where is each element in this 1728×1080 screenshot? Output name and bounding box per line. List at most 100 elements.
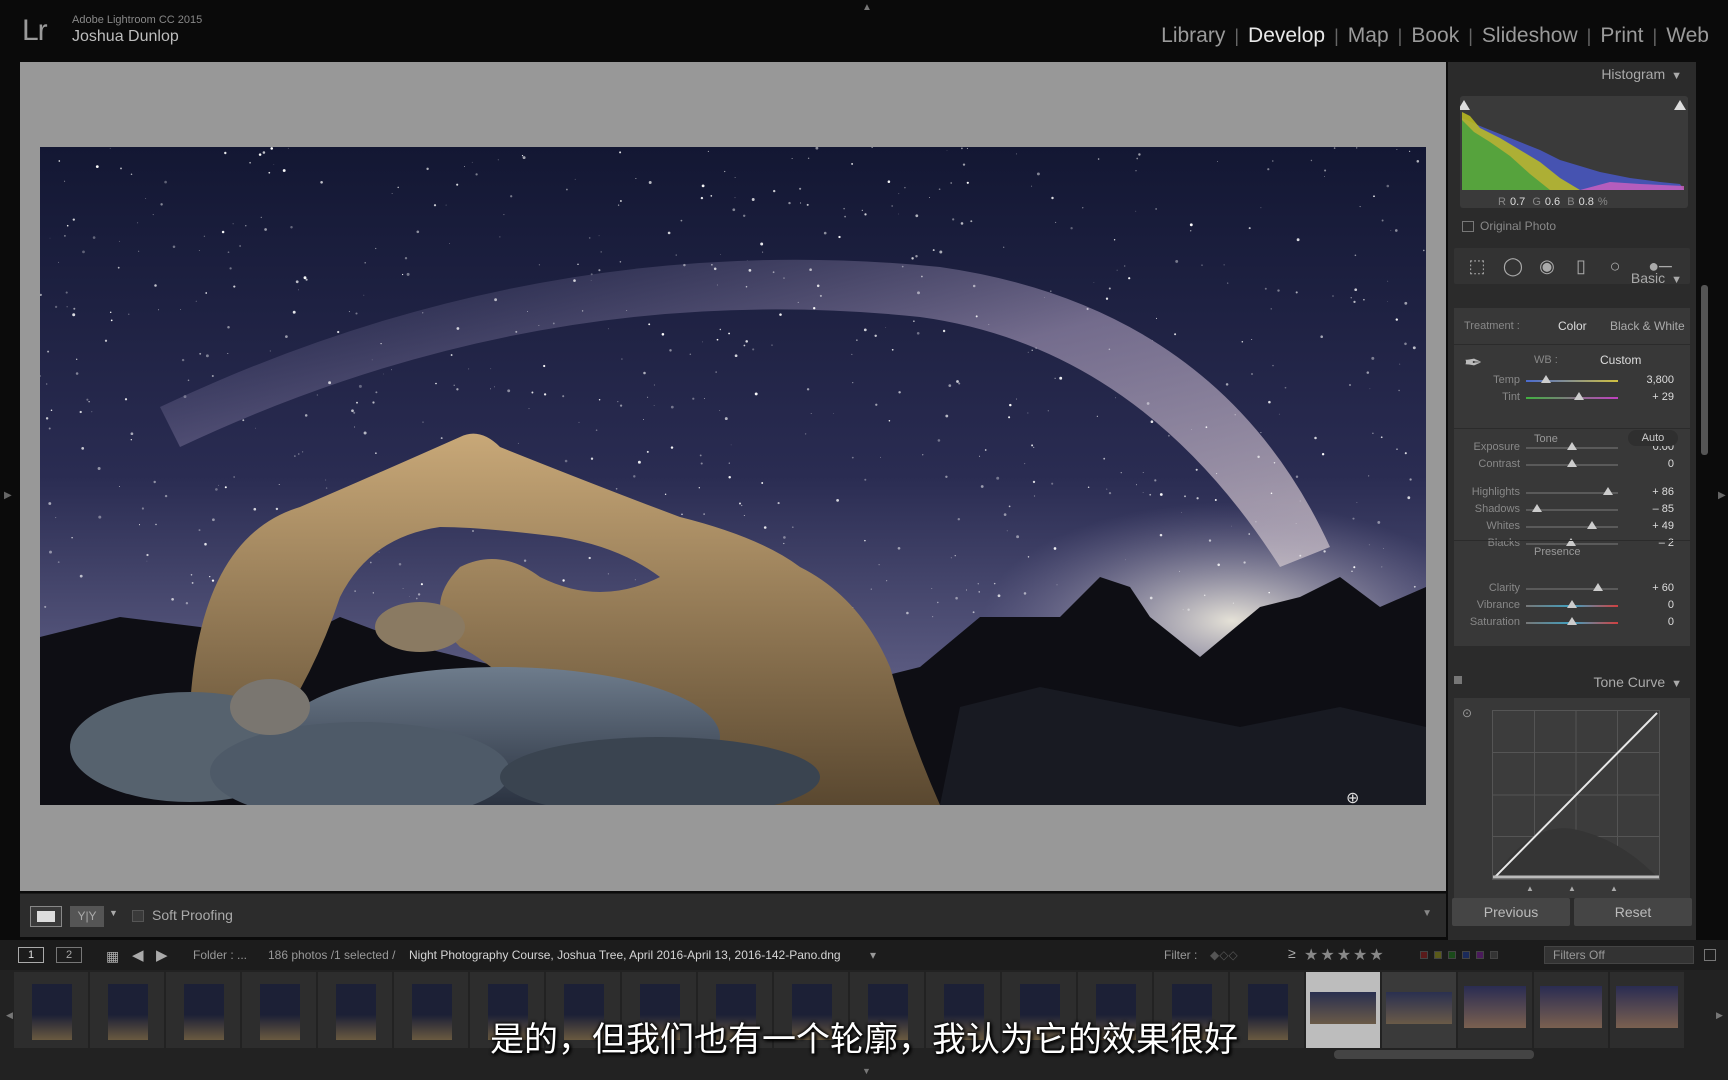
tone-label: Tone <box>1534 433 1558 445</box>
forward-arrow-icon[interactable]: ▶ <box>156 946 168 964</box>
filter-lock-icon[interactable] <box>1704 949 1716 961</box>
filter-preset-select[interactable]: Filters Off <box>1544 946 1694 964</box>
treatment-color-button[interactable]: Color <box>1558 319 1587 333</box>
slider-track[interactable] <box>1526 375 1618 383</box>
photo-path[interactable]: Night Photography Course, Joshua Tree, A… <box>409 948 841 962</box>
slider-thumb[interactable] <box>1587 521 1598 529</box>
previous-button[interactable]: Previous <box>1452 898 1570 926</box>
slider-thumb[interactable] <box>1574 392 1585 400</box>
reset-button[interactable]: Reset <box>1574 898 1692 926</box>
green-label-icon[interactable] <box>1448 951 1456 959</box>
slider-value[interactable]: – 2 <box>1634 537 1674 549</box>
collapse-triangle-icon[interactable]: ▼ <box>1671 70 1682 82</box>
graduated-filter-icon[interactable]: ▯ <box>1570 256 1592 276</box>
slider-track[interactable] <box>1526 617 1618 625</box>
crop-tool-icon[interactable]: ⬚ <box>1466 256 1488 276</box>
slider-track[interactable] <box>1526 392 1618 400</box>
top-panel-toggle-icon[interactable]: ▲ <box>862 2 872 13</box>
slider-thumb[interactable] <box>1541 375 1552 383</box>
back-arrow-icon[interactable]: ◀ <box>132 946 144 964</box>
folder-label[interactable]: Folder : ... <box>193 948 247 962</box>
slider-thumb[interactable] <box>1567 459 1577 467</box>
chevron-down-icon[interactable]: ▼ <box>109 908 118 918</box>
slider-thumb[interactable] <box>1567 600 1577 608</box>
slider-track[interactable] <box>1526 487 1618 495</box>
slider-value[interactable]: + 49 <box>1634 520 1674 532</box>
slider-value[interactable]: 0 <box>1634 458 1674 470</box>
module-book[interactable]: Book <box>1402 24 1468 48</box>
video-subtitle: 是的，但我们也有一个轮廓，我认为它的效果很好 <box>490 1020 1238 1060</box>
curve-split-handle-icon[interactable]: ▲ <box>1568 884 1576 893</box>
spot-removal-icon[interactable]: ◯ <box>1502 256 1524 276</box>
soft-proofing-checkbox[interactable] <box>132 910 144 922</box>
tone-curve-graph[interactable] <box>1492 710 1660 880</box>
chevron-down-icon[interactable]: ▾ <box>870 948 876 962</box>
histogram-header[interactable]: Histogram ▼ <box>1601 66 1682 82</box>
flag-filter-icons[interactable]: ◆◇◇ <box>1210 948 1238 962</box>
eyedropper-icon[interactable]: ✒ <box>1464 350 1482 376</box>
blue-label-icon[interactable] <box>1462 951 1470 959</box>
collapse-triangle-icon[interactable]: ▼ <box>1671 274 1682 286</box>
slider-value[interactable]: 0 <box>1634 599 1674 611</box>
red-eye-icon[interactable]: ◉ <box>1536 256 1558 276</box>
photo-preview[interactable]: ⊕ <box>40 147 1426 805</box>
slider-thumb[interactable] <box>1532 504 1543 512</box>
star-rating-filter[interactable]: ★★★★★ <box>1304 945 1386 965</box>
histogram-graph[interactable] <box>1460 98 1688 194</box>
slider-value[interactable]: 0 <box>1634 616 1674 628</box>
color-label-filters[interactable] <box>1420 951 1498 959</box>
yellow-label-icon[interactable] <box>1434 951 1442 959</box>
toolbar-content-menu-icon[interactable]: ▼ <box>1422 908 1432 919</box>
wb-select[interactable]: Custom <box>1600 353 1641 367</box>
right-panel-toggle-icon[interactable]: ▶ <box>1718 490 1726 501</box>
slider-value[interactable]: – 85 <box>1634 503 1674 515</box>
slider-thumb[interactable] <box>1602 487 1613 495</box>
tone-curve-header[interactable]: Tone Curve ▼ <box>1594 674 1682 690</box>
slider-value[interactable]: + 60 <box>1634 582 1674 594</box>
slider-thumb[interactable] <box>1567 442 1577 450</box>
before-after-button[interactable]: Y|Y <box>70 906 104 927</box>
slider-track[interactable] <box>1526 442 1618 450</box>
purple-label-icon[interactable] <box>1476 951 1484 959</box>
main-window-button[interactable]: 1 <box>18 947 44 963</box>
slider-track[interactable] <box>1526 600 1618 608</box>
grid-view-icon[interactable]: ▦ <box>106 948 119 965</box>
module-develop[interactable]: Develop <box>1239 24 1334 48</box>
slider-track[interactable] <box>1526 538 1618 546</box>
curve-split-handle-icon[interactable]: ▲ <box>1610 884 1618 893</box>
slider-track[interactable] <box>1526 504 1618 512</box>
module-print[interactable]: Print <box>1591 24 1652 48</box>
secondary-window-button[interactable]: 2 <box>56 947 82 963</box>
curve-split-handle-icon[interactable]: ▲ <box>1526 884 1534 893</box>
custom-label-icon[interactable] <box>1490 951 1498 959</box>
slider-value[interactable]: 3,800 <box>1634 374 1674 386</box>
loupe-view-button[interactable] <box>30 906 62 927</box>
auto-tone-button[interactable]: Auto <box>1628 430 1678 446</box>
slider-thumb[interactable] <box>1567 617 1577 625</box>
slider-track[interactable] <box>1526 583 1618 591</box>
radial-filter-icon[interactable]: ○ <box>1604 256 1626 276</box>
basic-header[interactable]: Basic ▼ <box>1631 270 1682 286</box>
module-slideshow[interactable]: Slideshow <box>1473 24 1587 48</box>
loupe-view[interactable]: ⊕ <box>20 62 1446 891</box>
module-map[interactable]: Map <box>1339 24 1398 48</box>
slider-track[interactable] <box>1526 459 1618 467</box>
panel-switch-icon[interactable] <box>1454 676 1462 684</box>
top-bar: Lr Adobe Lightroom CC 2015 Joshua Dunlop… <box>0 0 1728 60</box>
targeted-adjustment-icon[interactable]: ⊙ <box>1462 706 1472 720</box>
module-web[interactable]: Web <box>1657 24 1718 48</box>
right-panel-scrollbar[interactable] <box>1701 285 1708 455</box>
slider-label: Clarity <box>1488 582 1520 594</box>
left-panel-toggle-icon[interactable]: ▶ <box>4 490 12 501</box>
bottom-panel-toggle-icon[interactable]: ▼ <box>862 1066 871 1076</box>
slider-value[interactable]: + 29 <box>1634 391 1674 403</box>
original-photo-checkbox[interactable] <box>1462 221 1474 232</box>
slider-track[interactable] <box>1526 521 1618 529</box>
rating-operator[interactable]: ≥ <box>1288 945 1296 961</box>
red-label-icon[interactable] <box>1420 951 1428 959</box>
slider-value[interactable]: + 86 <box>1634 486 1674 498</box>
module-library[interactable]: Library <box>1152 24 1234 48</box>
slider-thumb[interactable] <box>1592 583 1603 591</box>
treatment-bw-button[interactable]: Black & White <box>1610 319 1685 333</box>
collapse-triangle-icon[interactable]: ▼ <box>1671 678 1682 690</box>
